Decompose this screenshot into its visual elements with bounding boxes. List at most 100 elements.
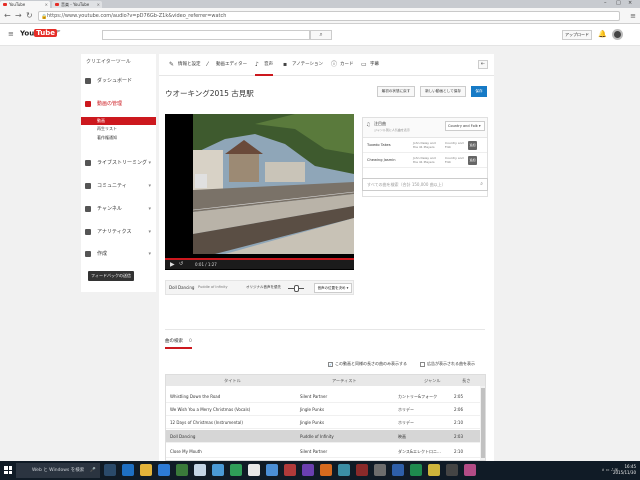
app-icon[interactable]: [230, 464, 242, 476]
youtube-logo[interactable]: You Tube JP: [20, 29, 60, 38]
table-row[interactable]: We Wish You a Merry Christmas (Vocals) J…: [166, 403, 480, 416]
tab-audio[interactable]: ♪ 音声: [255, 60, 273, 76]
table-scrollbar[interactable]: [480, 386, 485, 460]
app-icon[interactable]: [284, 464, 296, 476]
app-icon[interactable]: [302, 464, 314, 476]
sidebar-item-live-streaming[interactable]: ライブストリーミング ▾: [81, 158, 156, 168]
microphone-icon[interactable]: 🎤: [90, 463, 96, 478]
app-icon[interactable]: [338, 464, 350, 476]
send-feedback-button[interactable]: フィードバックの送信: [88, 271, 134, 281]
video-progress-bar[interactable]: [165, 258, 354, 260]
app-icon[interactable]: [176, 464, 188, 476]
video-preview[interactable]: [165, 114, 354, 270]
scrollbar-thumb[interactable]: [481, 388, 485, 458]
genre-dropdown[interactable]: Country and Folk ▾: [445, 121, 485, 131]
hamburger-menu-icon[interactable]: ≡: [8, 30, 14, 38]
sidebar-item-dashboard[interactable]: ダッシュボード: [81, 76, 156, 86]
windows-start-icon[interactable]: [4, 466, 12, 474]
app-icon[interactable]: [320, 464, 332, 476]
position-audio-button[interactable]: 音声の位置を決め ▾: [314, 283, 352, 293]
column-header-artist[interactable]: アーティスト: [332, 375, 357, 386]
browser-menu-icon[interactable]: ≡: [630, 12, 636, 20]
store-icon[interactable]: [158, 464, 170, 476]
track-artist: John Deley and the 41 Players: [413, 156, 436, 164]
list-item[interactable]: Chewing Jasmin John Deley and the 41 Pla…: [363, 154, 487, 168]
forward-arrow-icon[interactable]: →: [15, 11, 22, 21]
similar-length-checkbox[interactable]: ✓ この動画と同様の長さの曲のみ表示する: [328, 361, 407, 367]
sidebar-item-video-manager[interactable]: 動画の管理: [81, 99, 156, 109]
sidebar-item-label: チャンネル: [97, 206, 122, 212]
tab-info-settings[interactable]: ✎ 情報と設定: [169, 60, 201, 70]
tab-badge: 0: [189, 339, 192, 344]
taskbar-clock[interactable]: 16:45 2015/11/30: [613, 464, 636, 476]
app-icon[interactable]: [212, 464, 224, 476]
sidebar-item-analytics[interactable]: アナリティクス ▾: [81, 227, 156, 237]
search-button[interactable]: ⌕: [310, 30, 332, 40]
app-icon[interactable]: [356, 464, 368, 476]
task-view-icon[interactable]: [104, 464, 116, 476]
app-icon[interactable]: [194, 464, 206, 476]
sidebar-item-label: コミュニティ: [97, 183, 127, 189]
close-window-icon[interactable]: ×: [628, 0, 632, 7]
dashboard-icon: [85, 78, 91, 84]
table-row[interactable]: 12 Days of Christmas (Instrumental) Jing…: [166, 416, 480, 429]
taskbar-search-input[interactable]: Web と Windows を検索 🎤: [16, 463, 100, 478]
tab-annotations[interactable]: ▪ アノテーション: [283, 60, 323, 70]
address-bar[interactable]: 🔒 https://www.youtube.com/audio?v=pD76Gb…: [38, 11, 620, 21]
sidebar-item-create[interactable]: 作成 ▾: [81, 249, 156, 259]
column-header-length[interactable]: 長さ: [462, 375, 470, 386]
tab-subtitles[interactable]: ▭ 字幕: [361, 60, 379, 70]
add-track-button[interactable]: 追加: [468, 141, 477, 150]
upload-button[interactable]: アップロード: [562, 30, 592, 40]
play-icon[interactable]: ▶: [170, 261, 175, 268]
app-icon[interactable]: [464, 464, 476, 476]
app-icon[interactable]: [266, 464, 278, 476]
revert-button[interactable]: 最初の状態に戻す: [377, 86, 415, 97]
youtube-search-input[interactable]: [102, 30, 310, 40]
list-item[interactable]: Tuxedo Takes John Deley and the 41 Playe…: [363, 139, 487, 153]
edge-browser-icon[interactable]: [122, 464, 134, 476]
sidebar-subitem-playlists[interactable]: 再生リスト: [81, 125, 156, 133]
notification-bell-icon[interactable]: 🔔: [598, 30, 607, 38]
app-icon[interactable]: [446, 464, 458, 476]
selected-track-artist: Puddle of Infinity: [198, 285, 228, 289]
back-arrow-icon[interactable]: ←: [4, 11, 11, 21]
column-header-genre[interactable]: ジャンル: [424, 375, 441, 386]
app-icon[interactable]: [410, 464, 422, 476]
tab-label: 音声: [264, 62, 273, 67]
track-genre: Country and Folk: [445, 141, 464, 149]
save-button[interactable]: 保存: [471, 86, 487, 97]
browser-tab-audio[interactable]: 音楽 - YouTube ×: [52, 1, 102, 8]
avatar[interactable]: [612, 29, 623, 40]
table-row[interactable]: Whistling Down the Road Silent Partner カ…: [166, 390, 480, 403]
app-icon[interactable]: [428, 464, 440, 476]
column-header-title[interactable]: タイトル: [224, 375, 241, 386]
sidebar-item-community[interactable]: コミュニティ ▾: [81, 181, 156, 191]
track-search-input[interactable]: すべての曲を検索（合計 150,000 曲以上） ⌕: [362, 178, 488, 191]
balance-slider-handle[interactable]: [294, 285, 299, 292]
tab-song-search[interactable]: 曲の検索 0: [165, 338, 192, 349]
chrome-icon[interactable]: [248, 464, 260, 476]
reload-icon[interactable]: ↻: [26, 11, 33, 21]
maximize-icon[interactable]: □: [616, 0, 621, 7]
app-icon[interactable]: [374, 464, 386, 476]
close-tab-icon[interactable]: ×: [97, 1, 100, 8]
browser-tab-youtube[interactable]: YouTube ×: [0, 1, 50, 8]
minimize-icon[interactable]: –: [604, 0, 607, 7]
back-button[interactable]: ⇤: [478, 60, 488, 69]
rewind-icon[interactable]: ↺: [179, 261, 183, 268]
app-icon[interactable]: [392, 464, 404, 476]
sidebar-subitem-copyright[interactable]: 著作権通知: [81, 134, 156, 142]
sidebar-subitem-videos[interactable]: 動画: [81, 117, 156, 125]
table-row[interactable]: Close My Mouth Silent Partner ダンス&エレクトロニ…: [166, 445, 480, 458]
sidebar-item-channel[interactable]: チャンネル ▾: [81, 204, 156, 214]
tab-video-editor[interactable]: ⁄ 動画エディター: [207, 60, 247, 70]
ads-tracks-checkbox[interactable]: 広告が表示される曲を表示: [420, 361, 475, 367]
file-explorer-icon[interactable]: [140, 464, 152, 476]
save-as-new-button[interactable]: 新しい動画として保存: [420, 86, 466, 97]
table-row-selected[interactable]: Doll Dancing Puddle of Infinity 映画 2:03: [166, 430, 480, 443]
add-track-button[interactable]: 追加: [468, 156, 477, 165]
close-tab-icon[interactable]: ×: [45, 1, 48, 8]
selected-track-name: Doll Dancing: [169, 285, 195, 290]
tab-cards[interactable]: ⓘ カード: [331, 60, 354, 70]
